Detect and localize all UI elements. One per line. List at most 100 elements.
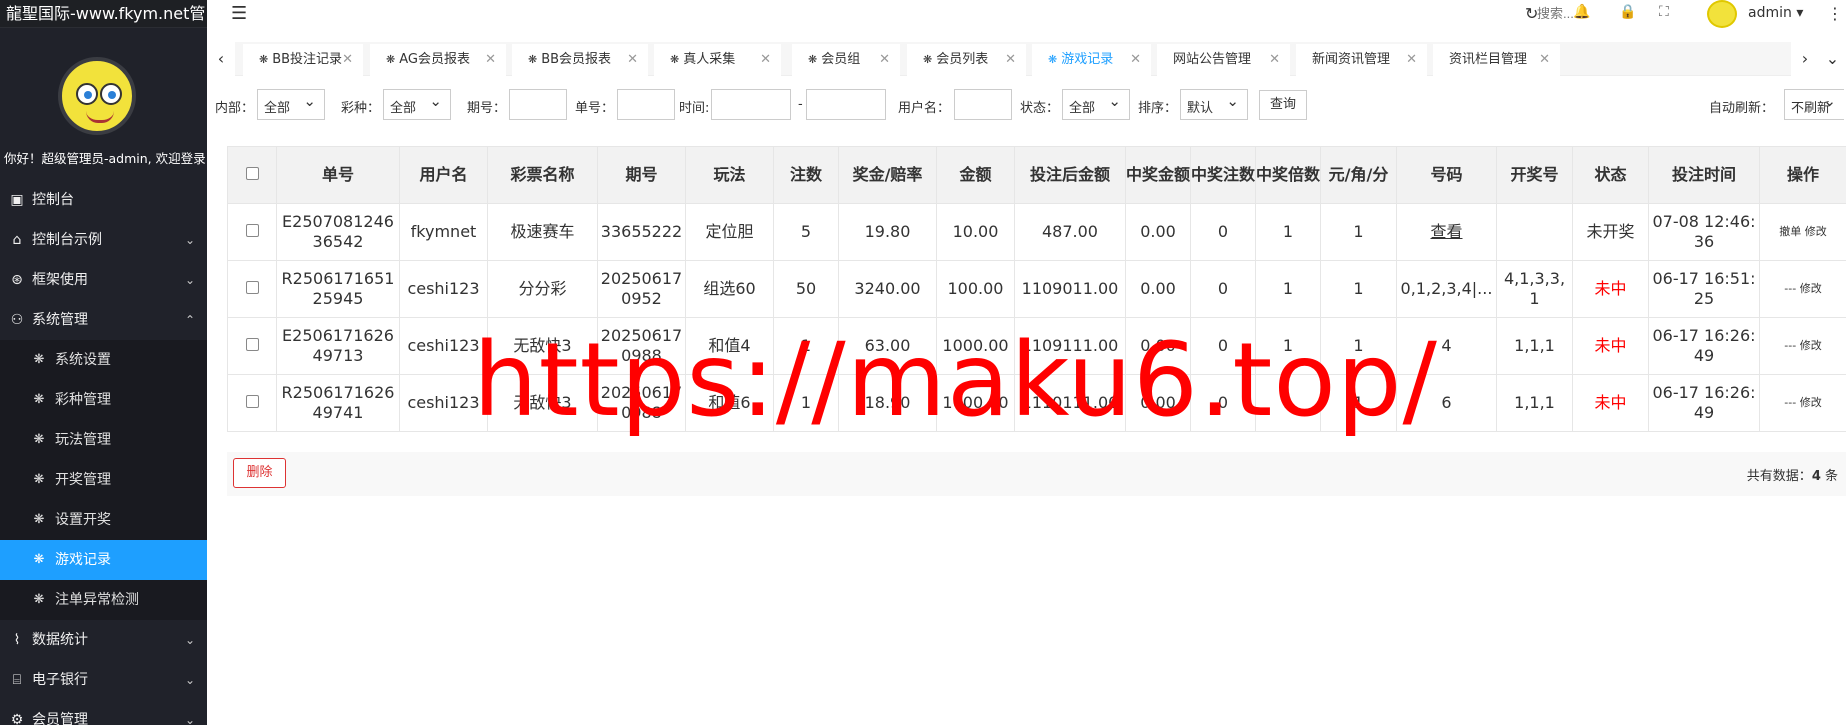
sidebar-item[interactable]: ⌸ 电子银行 ⌄ bbox=[0, 660, 207, 700]
tab-item[interactable]: ❋ AG会员报表 ✕ bbox=[370, 44, 506, 76]
sidebar-item[interactable]: ⌂ 控制台示例 ⌄ bbox=[0, 220, 207, 260]
edit-link[interactable]: 修改 bbox=[1805, 225, 1827, 238]
sidebar-item[interactable]: ❋ 开奖管理 bbox=[0, 460, 207, 500]
menu-item-icon: ❋ bbox=[33, 592, 45, 607]
sidebar-item-label: 设置开奖 bbox=[55, 512, 111, 528]
tab-dropdown-icon[interactable]: ⌄ bbox=[1819, 42, 1846, 76]
tab-close-icon[interactable]: ✕ bbox=[760, 44, 771, 76]
sidebar-item[interactable]: ❋ 系统设置 bbox=[0, 340, 207, 380]
sidebar-item[interactable]: ⌇ 数据统计 ⌄ bbox=[0, 620, 207, 660]
time-label: 时间: bbox=[679, 101, 710, 116]
time-end-input[interactable] bbox=[806, 89, 886, 120]
tab-close-icon[interactable]: ✕ bbox=[879, 44, 890, 76]
tab-next-icon[interactable]: › bbox=[1791, 42, 1819, 76]
order-cell: R250617165125945 bbox=[276, 260, 400, 318]
inner-select[interactable]: 全部 bbox=[257, 89, 325, 120]
edit-link[interactable]: 修改 bbox=[1800, 282, 1822, 295]
row-checkbox[interactable] bbox=[245, 224, 259, 237]
tab-label: 会员组 bbox=[821, 52, 861, 67]
sidebar-item[interactable]: ⊛ 框架使用 ⌄ bbox=[0, 260, 207, 300]
filter-bar: 内部： 全部 彩种： 全部 期号： 单号： 时间: - 用户名： 状态： 全部 … bbox=[207, 88, 1846, 122]
more-icon[interactable]: ⋮ bbox=[1827, 4, 1843, 23]
tab-item[interactable]: ❋ 会员列表 ✕ bbox=[907, 44, 1026, 76]
tab-close-icon[interactable]: ✕ bbox=[1539, 44, 1550, 76]
tab-item[interactable]: ❋ 真人采集 ✕ bbox=[654, 44, 781, 76]
numbers-cell: 查看 bbox=[1396, 203, 1497, 261]
row-checkbox[interactable] bbox=[245, 281, 259, 294]
row-checkbox[interactable] bbox=[245, 338, 259, 351]
sidebar-item[interactable]: ⚇ 系统管理 ⌃ bbox=[0, 300, 207, 340]
user-menu[interactable]: admin ▾ bbox=[1748, 5, 1803, 21]
tab-close-icon[interactable]: ✕ bbox=[1406, 44, 1417, 76]
top-bar: ☰ ↻ 🔔 🔒 ⛶ admin ▾ ⋮ bbox=[207, 0, 1846, 28]
tab-item[interactable]: ❋ BB投注记录 ✕ bbox=[243, 44, 363, 76]
tab-close-icon[interactable]: ✕ bbox=[485, 44, 496, 76]
cancel-bet-link[interactable]: --- bbox=[1784, 396, 1796, 409]
menu-item-icon: ⚙ bbox=[10, 712, 24, 725]
column-header: 单号 bbox=[276, 146, 400, 204]
avatar[interactable] bbox=[58, 57, 136, 135]
tab-item[interactable]: ❋ 游戏记录 ✕ bbox=[1032, 44, 1151, 76]
tab-item[interactable]: 新闻资讯管理 ✕ bbox=[1296, 44, 1427, 76]
query-button[interactable]: 查询 bbox=[1259, 90, 1308, 120]
tab-close-icon[interactable]: ✕ bbox=[342, 44, 353, 76]
fullscreen-icon[interactable]: ⛶ bbox=[1659, 4, 1669, 20]
edit-link[interactable]: 修改 bbox=[1800, 396, 1822, 409]
tab-close-icon[interactable]: ✕ bbox=[627, 44, 638, 76]
select-all-checkbox[interactable] bbox=[245, 167, 259, 180]
sidebar-item[interactable]: ❋ 玩法管理 bbox=[0, 420, 207, 460]
win-bets-cell: 0 bbox=[1190, 203, 1256, 261]
menu-item-icon: ❋ bbox=[33, 352, 45, 367]
tab-item[interactable]: ❋ 会员组 ✕ bbox=[792, 44, 900, 76]
sidebar-item[interactable]: ❋ 彩种管理 bbox=[0, 380, 207, 420]
tab-close-icon[interactable]: ✕ bbox=[1130, 44, 1141, 76]
tab-close-icon[interactable]: ✕ bbox=[1005, 44, 1016, 76]
sidebar-item[interactable]: ❋ 游戏记录 bbox=[0, 540, 207, 580]
sidebar-item[interactable]: ❋ 注单异常检测 bbox=[0, 580, 207, 620]
issue-cell: 202506170952 bbox=[597, 260, 686, 318]
tab-close-icon[interactable]: ✕ bbox=[1269, 44, 1280, 76]
user-cell: fkymnet bbox=[399, 203, 488, 261]
user-avatar[interactable] bbox=[1707, 0, 1737, 28]
tab-item[interactable]: ❋ BB会员报表 ✕ bbox=[512, 44, 648, 76]
lottery-cell: 极速赛车 bbox=[487, 203, 598, 261]
menu-fold-icon[interactable]: ☰ bbox=[231, 3, 247, 24]
lock-icon[interactable]: 🔒 bbox=[1619, 4, 1636, 20]
cancel-bet-link[interactable]: 撤单 bbox=[1779, 225, 1801, 238]
cancel-bet-link[interactable]: --- bbox=[1784, 282, 1796, 295]
order-input[interactable] bbox=[617, 89, 675, 120]
cancel-bet-link[interactable]: --- bbox=[1784, 339, 1796, 352]
after-cell: 487.00 bbox=[1014, 203, 1126, 261]
odds-cell: 3240.00 bbox=[838, 260, 937, 318]
username-label: 用户名： bbox=[898, 101, 951, 116]
sort-select[interactable]: 默认 bbox=[1180, 89, 1248, 120]
watermark-text: https://maku6.top/ bbox=[473, 321, 1438, 440]
time-start-input[interactable] bbox=[711, 89, 791, 120]
menu-item-icon: ❋ bbox=[33, 392, 45, 407]
menu-item-icon: ⌂ bbox=[12, 232, 22, 248]
row-checkbox[interactable] bbox=[245, 395, 259, 408]
menu-item-icon: ⚇ bbox=[10, 312, 24, 328]
unit-cell: 1 bbox=[1320, 260, 1397, 318]
refresh-icon[interactable]: ↻ bbox=[1525, 4, 1538, 23]
edit-link[interactable]: 修改 bbox=[1800, 339, 1822, 352]
username-input[interactable] bbox=[954, 89, 1012, 120]
bell-icon[interactable]: 🔔 bbox=[1573, 4, 1590, 20]
row-select-cell bbox=[227, 374, 277, 432]
sidebar-item[interactable]: ▣ 控制台 bbox=[0, 180, 207, 220]
sidebar-item[interactable]: ⚙ 会员管理 ⌄ bbox=[0, 700, 207, 725]
sidebar-item[interactable]: ❋ 设置开奖 bbox=[0, 500, 207, 540]
lottery-select[interactable]: 全部 bbox=[383, 89, 451, 120]
row-select-cell bbox=[227, 260, 277, 318]
issue-input[interactable] bbox=[509, 89, 567, 120]
tab-label: 真人采集 bbox=[683, 52, 736, 67]
win-amount-cell: 0.00 bbox=[1125, 203, 1191, 261]
tab-item[interactable]: 网站公告管理 ✕ bbox=[1157, 44, 1290, 76]
tab-item[interactable]: 资讯栏目管理 ✕ bbox=[1433, 44, 1560, 76]
delete-button[interactable]: 删除 bbox=[233, 458, 286, 488]
status-select[interactable]: 全部 bbox=[1062, 89, 1130, 120]
tab-prev-icon[interactable]: ‹ bbox=[207, 42, 235, 76]
auto-refresh-select[interactable]: 不刷新 bbox=[1784, 89, 1844, 120]
view-numbers-link[interactable]: 查看 bbox=[1430, 222, 1462, 241]
order-cell: E250708124636542 bbox=[276, 203, 400, 261]
